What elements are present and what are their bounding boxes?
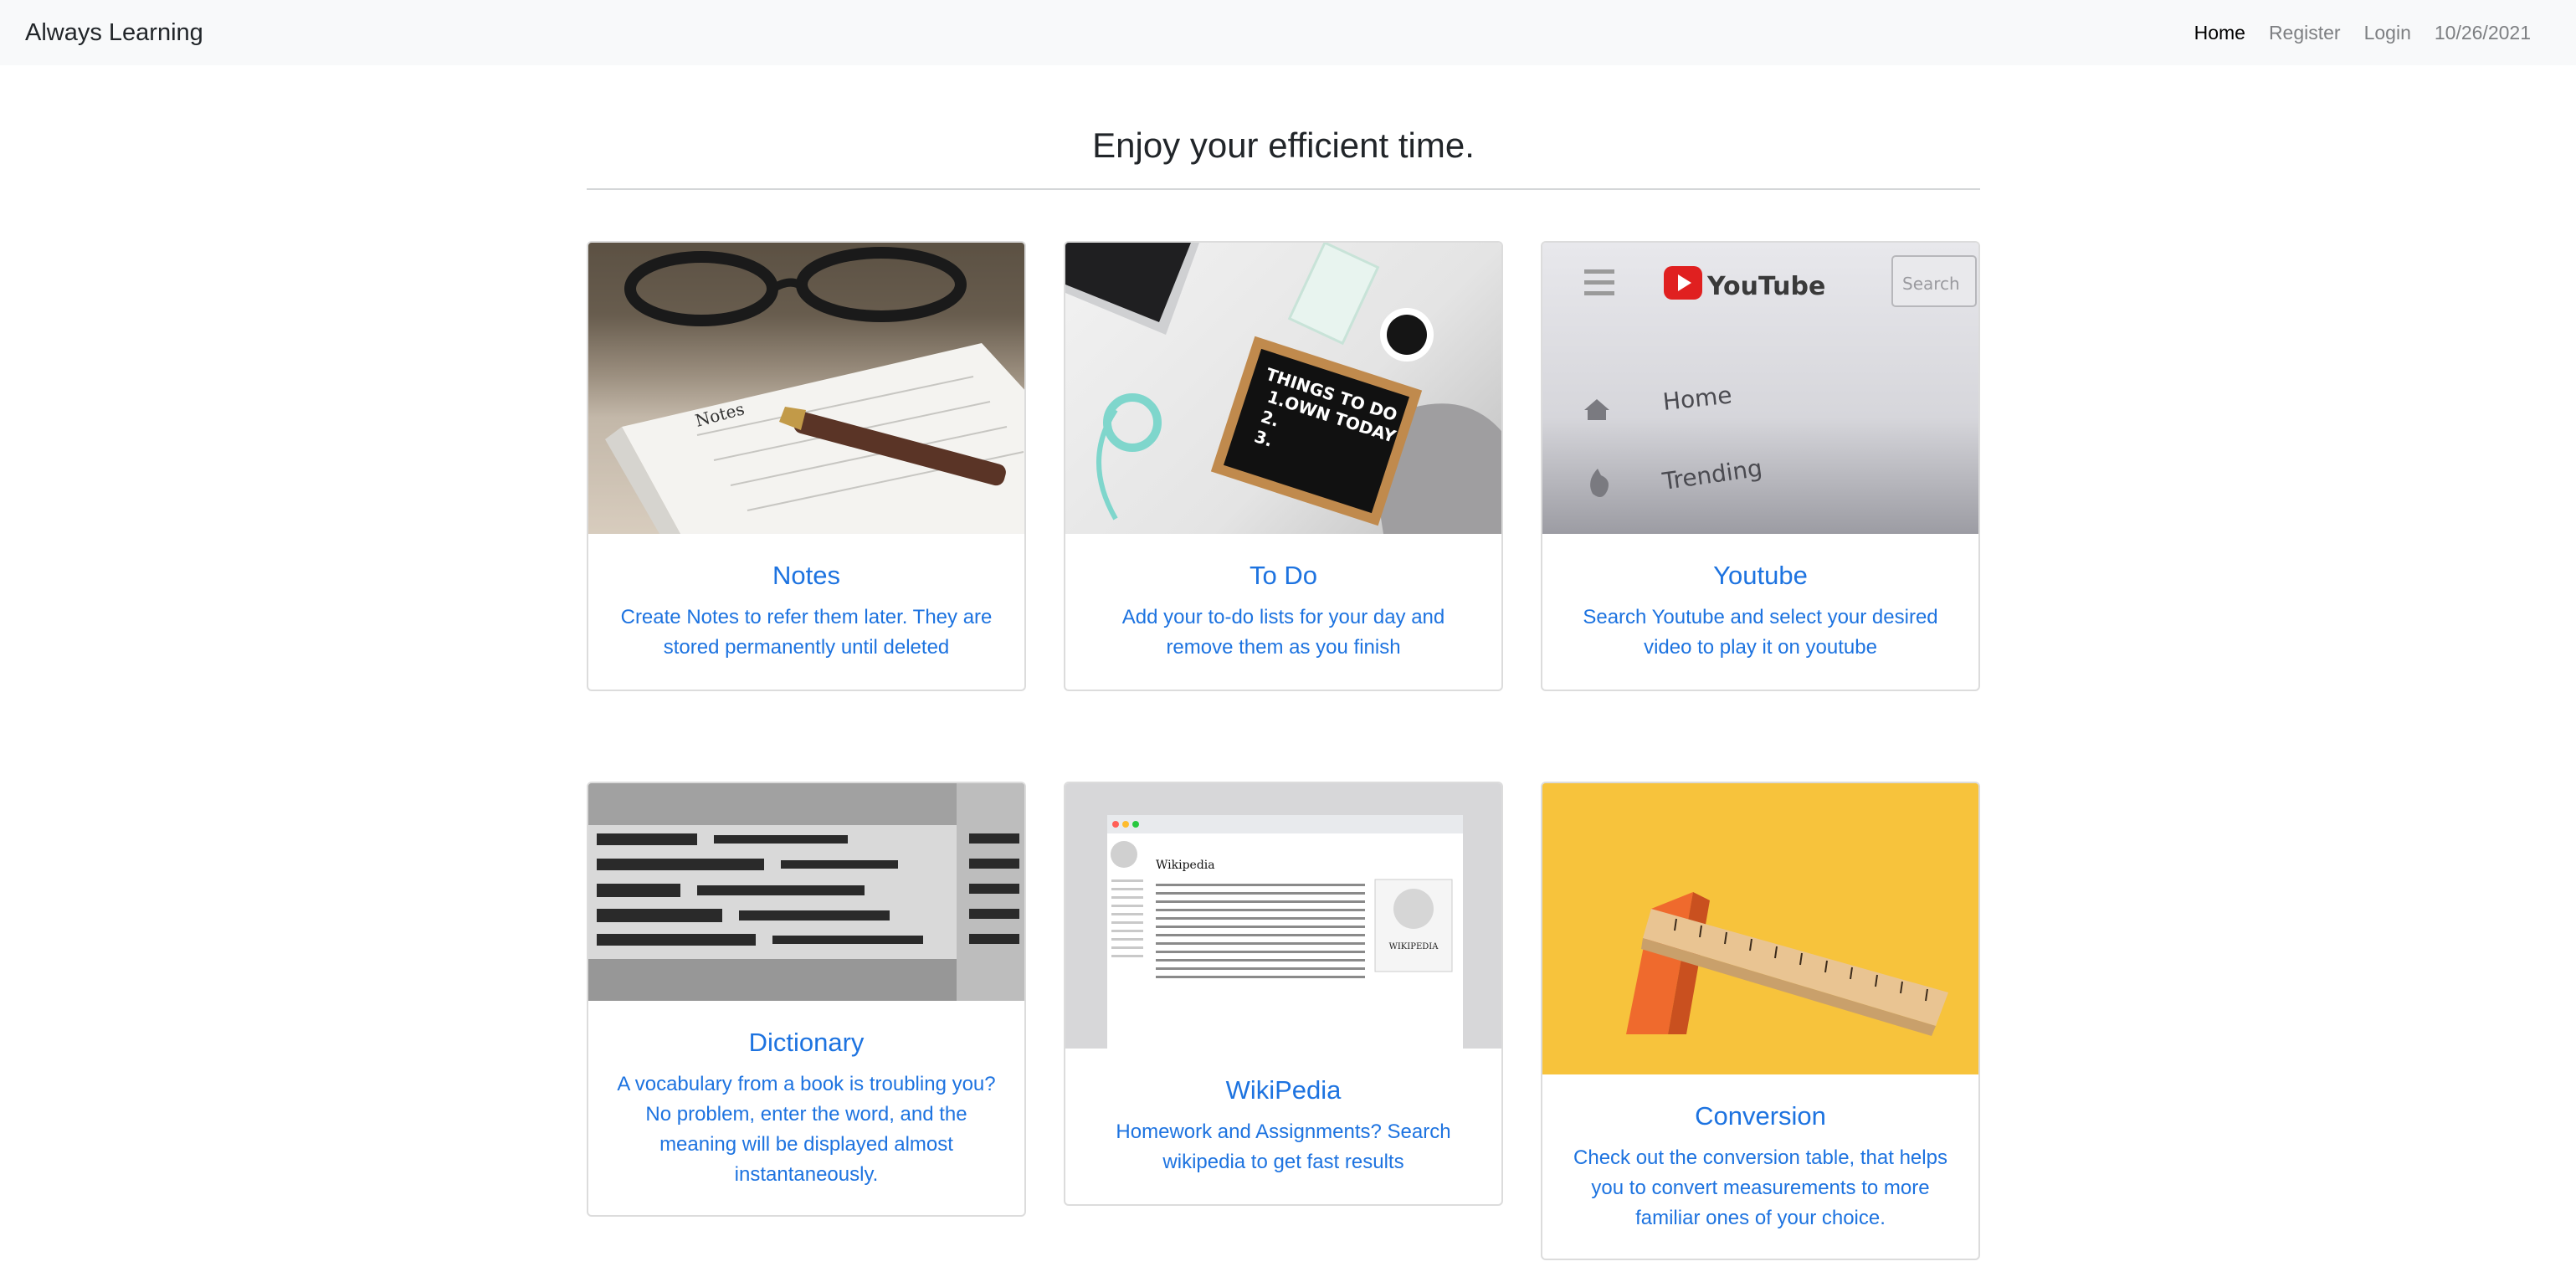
brand-link[interactable]: Always Learning — [25, 19, 203, 47]
card-todo[interactable]: THINGS TO DO 1.OWN TODAY 2. 3. To Do Add… — [1064, 241, 1503, 691]
card-title-wikipedia: WikiPedia — [1225, 1075, 1342, 1105]
wikipedia-logo-text: WIKIPEDIA — [1389, 942, 1439, 951]
card-title-dictionary: Dictionary — [748, 1028, 865, 1057]
card-dictionary[interactable]: Dictionary A vocabulary from a book is t… — [587, 782, 1026, 1217]
youtube-trending-text: Trending — [1660, 454, 1763, 496]
youtube-search-text: Search — [1902, 274, 1960, 294]
heading-divider — [587, 188, 1980, 190]
card-text-todo: Add your to-do lists for your day and re… — [1121, 606, 1445, 659]
card-conversion[interactable]: Conversion Check out the conversion tabl… — [1541, 782, 1980, 1260]
navbar: Always Learning Home Register Login 10/2… — [0, 0, 2576, 65]
card-title-notes: Notes — [772, 561, 840, 590]
conversion-image — [1542, 783, 1978, 1074]
dictionary-image — [588, 783, 1024, 1001]
nav-home-link[interactable]: Home — [2194, 22, 2245, 44]
card-text-wikipedia: Homework and Assignments? Search wikiped… — [1116, 1120, 1451, 1173]
todo-image: THINGS TO DO 1.OWN TODAY 2. 3. — [1065, 243, 1501, 534]
card-youtube[interactable]: YouTube Search Home Trending Youtube Sea… — [1541, 241, 1980, 691]
nav-login-link[interactable]: Login — [2364, 22, 2411, 44]
card-text-conversion: Check out the conversion table, that hel… — [1573, 1146, 1947, 1229]
nav-register-link[interactable]: Register — [2269, 22, 2341, 44]
notes-image: Notes — [588, 243, 1024, 534]
wikipedia-image: Wikipedia WIKIPEDIA — [1065, 783, 1501, 1049]
card-notes[interactable]: Notes Notes Create Notes to refer them l… — [587, 241, 1026, 691]
youtube-logo-text: YouTube — [1706, 272, 1825, 301]
nav-links: Home Register Login 10/26/2021 — [2194, 22, 2531, 44]
card-text-youtube: Search Youtube and select your desired v… — [1583, 606, 1938, 659]
youtube-home-text: Home — [1661, 381, 1733, 415]
card-wikipedia[interactable]: Wikipedia WIKIPEDIA WikiPedia Homework a… — [1064, 782, 1503, 1206]
card-text-dictionary: A vocabulary from a book is troubling yo… — [617, 1073, 996, 1186]
current-date: 10/26/2021 — [2434, 21, 2531, 44]
youtube-image: YouTube Search Home Trending — [1542, 243, 1978, 534]
card-title-conversion: Conversion — [1695, 1101, 1826, 1131]
page-heading: Enjoy your efficient time. — [1092, 126, 1475, 165]
card-title-todo: To Do — [1250, 561, 1317, 590]
wikipedia-page-title: Wikipedia — [1156, 859, 1215, 872]
card-title-youtube: Youtube — [1713, 561, 1808, 590]
card-text-notes: Create Notes to refer them later. They a… — [620, 606, 993, 659]
